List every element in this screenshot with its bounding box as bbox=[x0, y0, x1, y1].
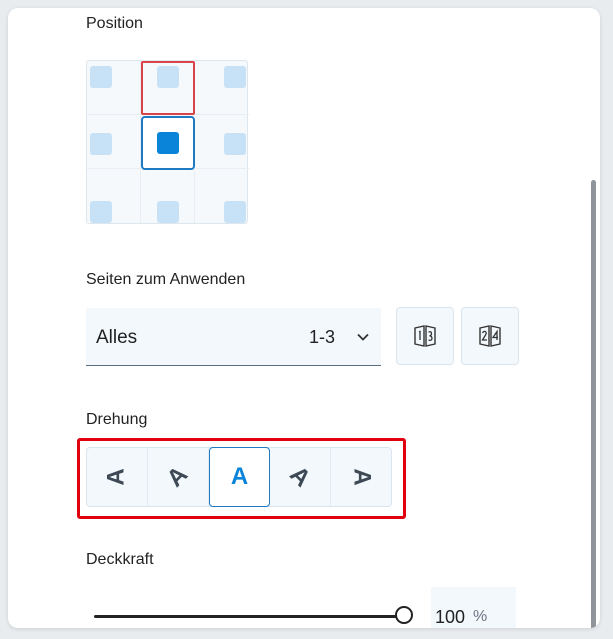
position-cell-top-left[interactable] bbox=[87, 61, 141, 115]
opacity-input[interactable]: 100 % bbox=[431, 587, 516, 628]
position-cell-top-center[interactable] bbox=[141, 61, 195, 115]
pages-label: Seiten zum Anwenden bbox=[86, 271, 246, 288]
position-dot bbox=[224, 66, 246, 88]
position-cell-middle-center[interactable] bbox=[141, 116, 195, 170]
position-label: Position bbox=[86, 15, 143, 32]
rotate-0-button[interactable]: A bbox=[209, 447, 270, 507]
rotation-label: Drehung bbox=[86, 411, 148, 428]
position-cell-middle-left[interactable] bbox=[87, 115, 141, 169]
rotated-a-icon: A bbox=[284, 460, 317, 493]
vertical-scrollbar[interactable] bbox=[591, 180, 596, 628]
position-dot bbox=[224, 201, 246, 223]
watermark-settings-panel: Position Seiten zum Anwenden Alles 1-3 D… bbox=[8, 8, 600, 628]
position-dot bbox=[157, 132, 179, 154]
position-dot bbox=[224, 133, 246, 155]
rotate-minus-45-button[interactable]: A bbox=[148, 448, 209, 506]
rotated-a-icon: A bbox=[103, 468, 130, 486]
position-dot bbox=[90, 133, 112, 155]
pages-select[interactable]: Alles 1-3 bbox=[86, 308, 381, 366]
rotated-a-icon: A bbox=[161, 460, 194, 493]
even-pages-icon bbox=[479, 325, 501, 347]
position-cell-bottom-left[interactable] bbox=[87, 169, 141, 223]
position-dot bbox=[90, 66, 112, 88]
rotation-toggle-group: A A A A A bbox=[86, 447, 392, 507]
odd-pages-icon bbox=[414, 325, 436, 347]
position-dot bbox=[90, 201, 112, 223]
position-cell-bottom-center[interactable] bbox=[141, 169, 195, 223]
pages-range: 1-3 bbox=[309, 327, 336, 347]
opacity-slider-thumb[interactable] bbox=[395, 606, 413, 624]
rotated-a-icon: A bbox=[348, 468, 376, 486]
rotate-45-button[interactable]: A bbox=[270, 448, 331, 506]
chevron-down-icon bbox=[357, 333, 369, 341]
rotate-90-button[interactable]: A bbox=[331, 448, 392, 506]
upright-a-icon: A bbox=[230, 463, 249, 490]
position-dot bbox=[157, 201, 179, 223]
odd-pages-button[interactable] bbox=[396, 307, 454, 365]
even-pages-button[interactable] bbox=[461, 307, 519, 365]
pages-select-value: Alles bbox=[96, 327, 138, 348]
opacity-label: Deckkraft bbox=[86, 551, 154, 568]
opacity-slider-track[interactable] bbox=[94, 615, 404, 618]
position-grid bbox=[86, 60, 249, 224]
position-cell-middle-right[interactable] bbox=[195, 115, 249, 169]
position-cell-top-right[interactable] bbox=[195, 61, 249, 115]
opacity-unit: % bbox=[473, 608, 488, 625]
position-cell-bottom-right[interactable] bbox=[195, 169, 249, 223]
opacity-value: 100 bbox=[435, 607, 466, 627]
position-dot bbox=[157, 66, 179, 88]
rotate-minus-90-button[interactable]: A bbox=[87, 448, 148, 506]
